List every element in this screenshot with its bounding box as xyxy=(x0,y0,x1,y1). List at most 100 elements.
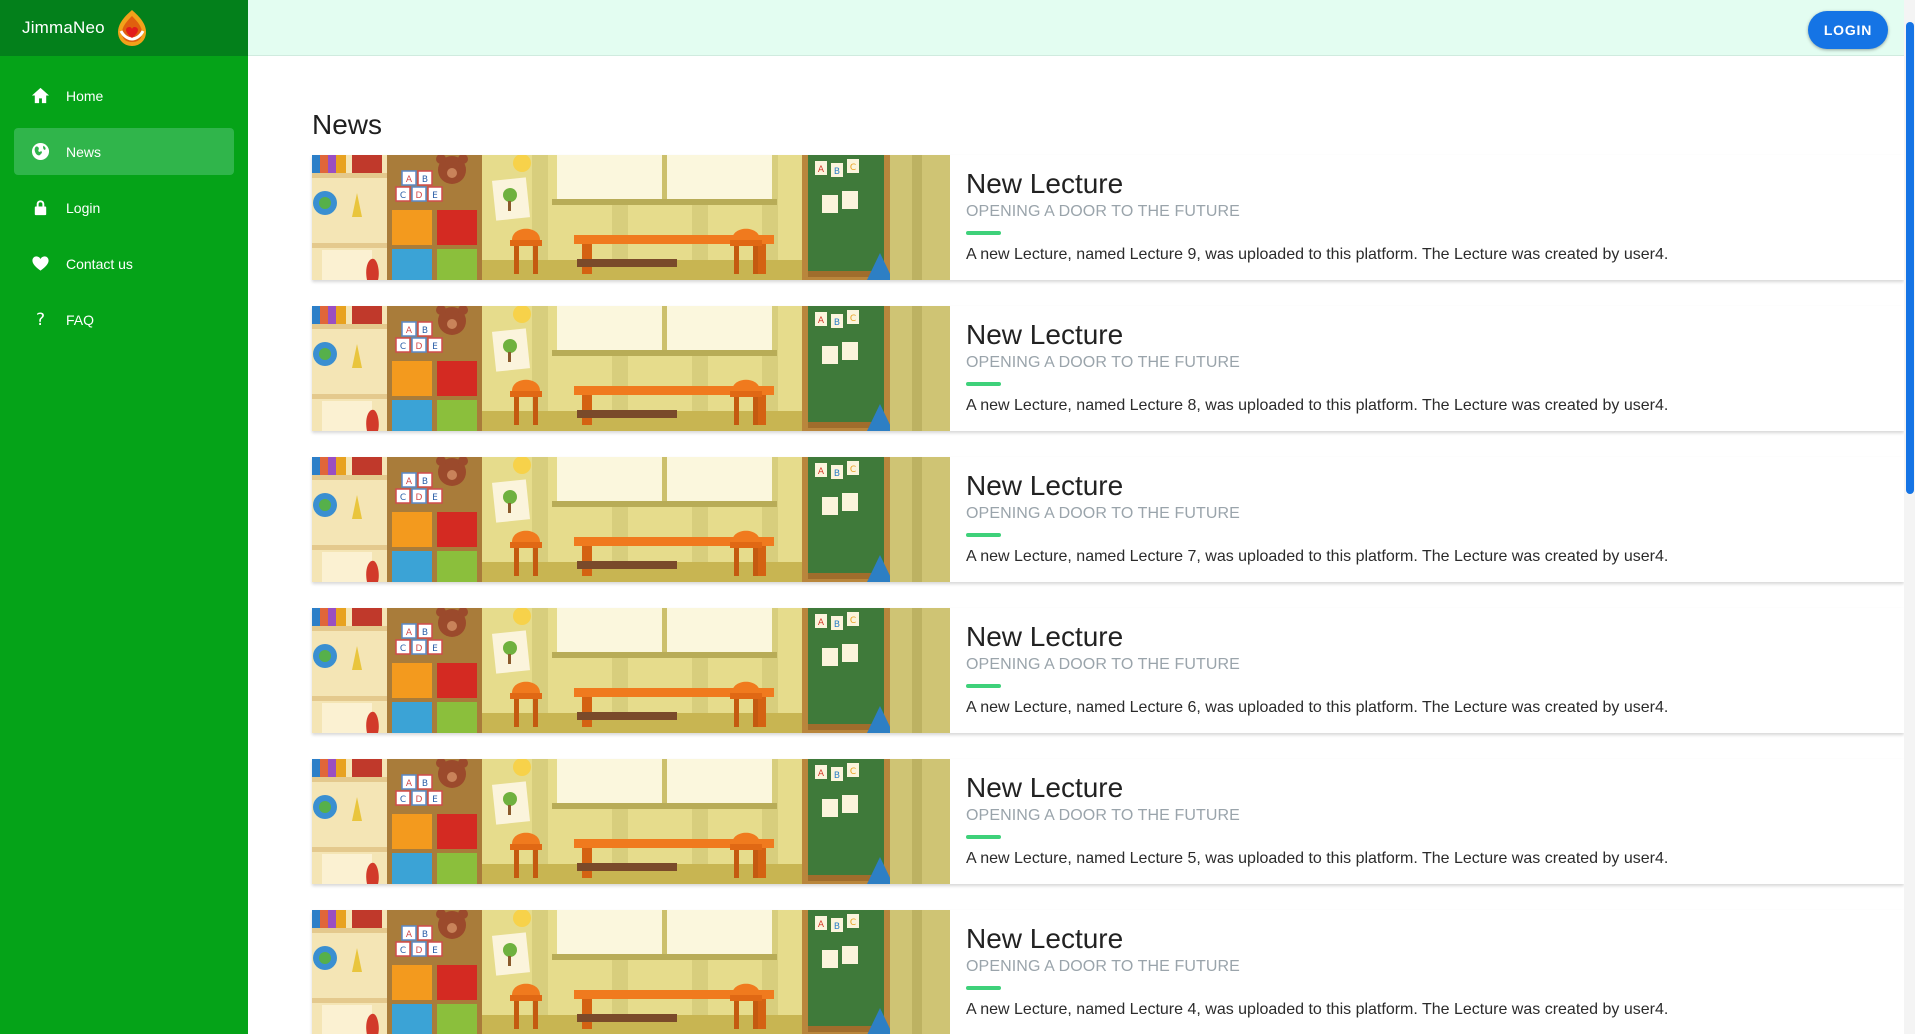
sidebar-item-news[interactable]: News xyxy=(14,128,234,175)
news-card-text: A new Lecture, named Lecture 7, was uplo… xyxy=(966,548,1669,565)
news-card-subtitle: OPENING A DOOR TO THE FUTURE xyxy=(966,958,1240,975)
alphabet-block-letter: D xyxy=(416,946,423,956)
chalkboard-letter: A xyxy=(818,165,825,175)
chalkboard-letter: A xyxy=(818,920,825,930)
top-app-bar: LOGIN xyxy=(248,0,1904,56)
alphabet-block-letter: E xyxy=(432,795,438,805)
sidebar-item-contact-us[interactable]: Contact us xyxy=(14,240,234,287)
chalkboard-letter: B xyxy=(834,318,840,328)
chalkboard-letter: A xyxy=(818,769,825,779)
chalkboard-letter: C xyxy=(850,163,856,173)
news-card[interactable]: A B C D E A B C New Lecture OPENING A DO… xyxy=(312,910,1904,1034)
main-content[interactable]: News A B C D E A B C New Lecture OPENING… xyxy=(248,56,1904,1034)
chalkboard-letter: B xyxy=(834,922,840,932)
news-card-title: New Lecture xyxy=(966,923,1124,954)
alphabet-block-letter: D xyxy=(416,795,423,805)
news-card-title: New Lecture xyxy=(966,621,1124,652)
news-card-accent-bar xyxy=(966,231,1001,235)
news-card-title: New Lecture xyxy=(966,319,1124,350)
classroom-thumbnail: A B C D E A B C xyxy=(312,306,950,431)
sidebar: JimmaNeo Home News Login Contact us ? FA… xyxy=(0,0,248,1034)
svg-text:?: ? xyxy=(35,310,44,329)
alphabet-block-letter: D xyxy=(416,493,423,503)
alphabet-block-letter: C xyxy=(400,191,406,201)
scrollbar[interactable] xyxy=(1904,0,1915,1034)
page-title: News xyxy=(312,109,383,140)
chalkboard-letter: B xyxy=(834,167,840,177)
brand-logo-icon xyxy=(117,10,146,46)
chalkboard-letter: B xyxy=(834,620,840,630)
sidebar-item-label: Login xyxy=(66,199,101,216)
news-card-body: New Lecture OPENING A DOOR TO THE FUTURE A… xyxy=(950,306,1668,431)
news-card-body: New Lecture OPENING A DOOR TO THE FUTURE A… xyxy=(950,759,1668,884)
alphabet-block-letter: C xyxy=(400,644,406,654)
alphabet-block-letter: A xyxy=(406,628,413,638)
news-card-accent-bar xyxy=(966,835,1001,839)
sidebar-item-label: FAQ xyxy=(66,311,95,328)
news-card-subtitle: OPENING A DOOR TO THE FUTURE xyxy=(966,656,1240,673)
news-card[interactable]: A B C D E A B C New Lecture OPENING A DO… xyxy=(312,306,1904,431)
classroom-thumbnail: A B C D E A B C xyxy=(312,608,950,733)
alphabet-block-letter: B xyxy=(422,326,428,336)
alphabet-block-letter: B xyxy=(422,175,428,185)
classroom-thumbnail: A B C D E A B C xyxy=(312,457,950,582)
sidebar-item-label: News xyxy=(66,143,102,160)
sidebar-item-faq[interactable]: ? FAQ xyxy=(14,296,234,343)
alphabet-block-letter: C xyxy=(400,795,406,805)
login-button[interactable]: LOGIN xyxy=(1808,11,1888,49)
sidebar-item-label: Contact us xyxy=(66,255,133,272)
news-card-text: A new Lecture, named Lecture 6, was uplo… xyxy=(966,699,1669,716)
news-card-text: A new Lecture, named Lecture 8, was uplo… xyxy=(966,397,1669,414)
alphabet-block-letter: A xyxy=(406,326,413,336)
news-card-text: A new Lecture, named Lecture 9, was uplo… xyxy=(966,246,1669,263)
chalkboard-letter: C xyxy=(850,918,856,928)
alphabet-block-letter: E xyxy=(432,644,438,654)
sidebar-item-login[interactable]: Login xyxy=(14,184,234,231)
alphabet-block-letter: D xyxy=(416,342,423,352)
chalkboard-letter: A xyxy=(818,316,825,326)
alphabet-block-letter: B xyxy=(422,628,428,638)
alphabet-block-letter: C xyxy=(400,493,406,503)
alphabet-block-letter: A xyxy=(406,779,413,789)
sidebar-item-label: Home xyxy=(66,87,104,104)
news-card-text: A new Lecture, named Lecture 5, was uplo… xyxy=(966,850,1669,867)
news-card-subtitle: OPENING A DOOR TO THE FUTURE xyxy=(966,505,1240,522)
scrollbar-thumb[interactable] xyxy=(1906,22,1914,494)
news-card-subtitle: OPENING A DOOR TO THE FUTURE xyxy=(966,807,1240,824)
chalkboard-letter: A xyxy=(818,618,825,628)
classroom-thumbnail: A B C D E A B C xyxy=(312,910,950,1034)
alphabet-block-letter: D xyxy=(416,191,423,201)
news-card-body: New Lecture OPENING A DOOR TO THE FUTURE A… xyxy=(950,155,1668,280)
alphabet-block-letter: E xyxy=(432,191,438,201)
alphabet-block-letter: A xyxy=(406,175,413,185)
alphabet-block-letter: A xyxy=(406,930,413,940)
lock-icon xyxy=(30,198,50,218)
news-card-accent-bar xyxy=(966,533,1001,537)
heart-icon xyxy=(30,254,50,274)
news-card[interactable]: A B C D E A B C New Lecture OPENING A DO… xyxy=(312,608,1904,733)
chalkboard-letter: B xyxy=(834,771,840,781)
news-list: A B C D E A B C New Lecture OPENING A DO… xyxy=(312,155,1904,1034)
brand-header[interactable]: JimmaNeo xyxy=(0,0,248,56)
sidebar-nav: Home News Login Contact us ? FAQ xyxy=(0,56,248,343)
news-card[interactable]: A B C D E A B C New Lecture OPENING A DO… xyxy=(312,155,1904,280)
alphabet-block-letter: A xyxy=(406,477,413,487)
question-icon: ? xyxy=(30,310,50,330)
alphabet-block-letter: C xyxy=(400,342,406,352)
brand-name: JimmaNeo xyxy=(22,18,105,37)
news-card-body: New Lecture OPENING A DOOR TO THE FUTURE A… xyxy=(950,910,1668,1034)
news-card-accent-bar xyxy=(966,382,1001,386)
news-card[interactable]: A B C D E A B C New Lecture OPENING A DO… xyxy=(312,759,1904,884)
news-card-text: A new Lecture, named Lecture 4, was uplo… xyxy=(966,1001,1669,1018)
news-card-accent-bar xyxy=(966,684,1001,688)
alphabet-block-letter: E xyxy=(432,342,438,352)
alphabet-block-letter: C xyxy=(400,946,406,956)
sidebar-item-home[interactable]: Home xyxy=(14,72,234,119)
alphabet-block-letter: E xyxy=(432,946,438,956)
news-card[interactable]: A B C D E A B C New Lecture OPENING A DO… xyxy=(312,457,1904,582)
chalkboard-letter: C xyxy=(850,314,856,324)
news-card-subtitle: OPENING A DOOR TO THE FUTURE xyxy=(966,203,1240,220)
chalkboard-letter: C xyxy=(850,767,856,777)
alphabet-block-letter: B xyxy=(422,477,428,487)
globe-icon xyxy=(30,142,50,162)
